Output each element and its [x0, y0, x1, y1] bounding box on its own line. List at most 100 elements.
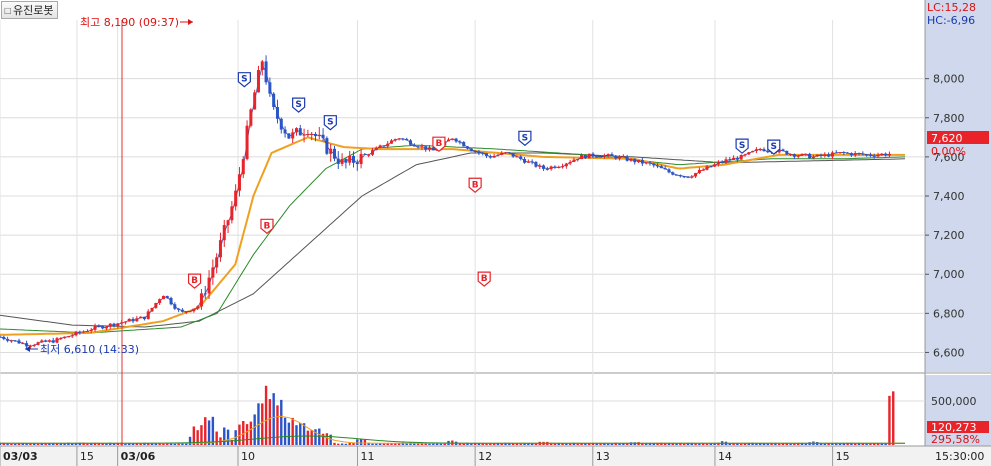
- candle-body: [454, 138, 458, 142]
- candle-body: [610, 154, 614, 156]
- sell-marker-letter: S: [295, 100, 301, 110]
- candle-body: [291, 132, 295, 139]
- volume-bar: [713, 443, 716, 445]
- candle-body: [861, 153, 865, 155]
- candle-body: [808, 153, 812, 159]
- buy-marker-letter: B: [481, 274, 488, 284]
- candle-body: [332, 148, 336, 159]
- candle-body: [580, 155, 584, 160]
- volume-bar: [249, 421, 253, 445]
- candle-body: [644, 162, 648, 164]
- candle-body: [150, 307, 154, 312]
- chart-window: □ 유진로봇 BBBBBSSSSSS 8,000 7,800 7,600 7,400 7…: [0, 0, 991, 466]
- price-tick-label: 6,800: [933, 307, 965, 320]
- candle-body: [230, 206, 234, 221]
- volume-bar: [568, 443, 572, 445]
- candle-body: [625, 156, 629, 161]
- candle-body: [766, 151, 770, 153]
- candle-body: [158, 299, 162, 303]
- candle-body: [880, 153, 884, 155]
- candle-body: [846, 152, 850, 154]
- candle-body: [234, 190, 238, 207]
- volume-bar: [709, 443, 712, 445]
- volume-bar: [496, 443, 500, 445]
- candle-body: [671, 172, 675, 175]
- candle-body: [78, 331, 82, 333]
- volume-bar: [390, 443, 393, 445]
- candle-body: [466, 146, 470, 149]
- volume-bar: [310, 430, 313, 445]
- candle-body: [629, 158, 633, 161]
- time-tick-label: 15: [80, 450, 94, 463]
- candle-body: [177, 308, 181, 310]
- candle-body: [868, 154, 872, 156]
- candle-body: [621, 156, 625, 158]
- candle-body: [340, 158, 344, 164]
- candle-body: [359, 153, 363, 165]
- candle-body: [447, 139, 451, 142]
- candle-body: [203, 293, 207, 295]
- current-price: 7,620: [931, 132, 963, 145]
- volume-bar: [382, 443, 386, 445]
- candle-body: [667, 169, 671, 173]
- volume-bar: [880, 443, 884, 445]
- volume-bar: [36, 443, 40, 445]
- low-annotation: 최저 6,610 (14:33): [40, 343, 139, 356]
- candle-body: [275, 106, 279, 119]
- candle-body: [747, 152, 751, 155]
- volume-bar: [595, 443, 598, 445]
- volume-bar: [226, 429, 230, 445]
- volume-bar: [557, 443, 560, 445]
- volume-bar: [325, 433, 329, 445]
- volume-bar: [359, 439, 363, 445]
- candle-body: [325, 138, 329, 154]
- price-tick-label: 8,000: [933, 73, 965, 86]
- time-tick-label: 14: [718, 450, 732, 463]
- candle-body: [2, 336, 6, 339]
- candle-body: [17, 340, 21, 344]
- candle-body: [93, 325, 97, 330]
- candle-body: [47, 340, 51, 342]
- volume-bar: [10, 443, 13, 445]
- candle-body: [606, 154, 610, 156]
- candle-body: [405, 139, 409, 141]
- volume-bar: [356, 439, 359, 445]
- candle-body: [245, 125, 249, 160]
- volume-bar: [283, 417, 287, 445]
- volume-bar: [470, 443, 473, 445]
- candle-body: [462, 142, 466, 147]
- candle-body: [648, 162, 652, 164]
- candle-body: [652, 163, 656, 166]
- candle-body: [576, 159, 580, 161]
- candle-body: [344, 158, 348, 163]
- candle-body: [473, 151, 477, 153]
- price-chart[interactable]: BBBBBSSSSS S 8,0007,8007,6007,4007,2007,0…: [0, 0, 991, 466]
- volume-bar: [789, 443, 792, 445]
- volume-bar: [682, 443, 686, 445]
- volume-bar: [515, 443, 519, 445]
- candle-body: [811, 156, 815, 159]
- candle-body: [142, 316, 146, 320]
- volume-bar: [576, 443, 579, 445]
- candle-body: [104, 326, 108, 329]
- candle-body: [382, 145, 386, 147]
- candle-body: [97, 325, 101, 327]
- candle-body: [116, 323, 120, 327]
- volume-bar: [485, 443, 488, 445]
- candle-body: [481, 152, 485, 154]
- candle-body: [165, 295, 169, 298]
- candle-body: [348, 155, 352, 163]
- candle-body: [842, 152, 846, 154]
- candle-body: [199, 293, 203, 307]
- candle-body: [720, 161, 724, 163]
- candle-body: [108, 323, 112, 327]
- candle-body: [500, 152, 504, 155]
- buy-marker-letter: B: [435, 139, 442, 149]
- candle-body: [222, 225, 226, 241]
- volume-bar: [610, 443, 614, 445]
- candle-body: [823, 154, 827, 156]
- candle-body: [268, 82, 272, 94]
- candle-body: [678, 175, 682, 177]
- candle-body: [207, 277, 211, 294]
- candle-body: [519, 156, 523, 160]
